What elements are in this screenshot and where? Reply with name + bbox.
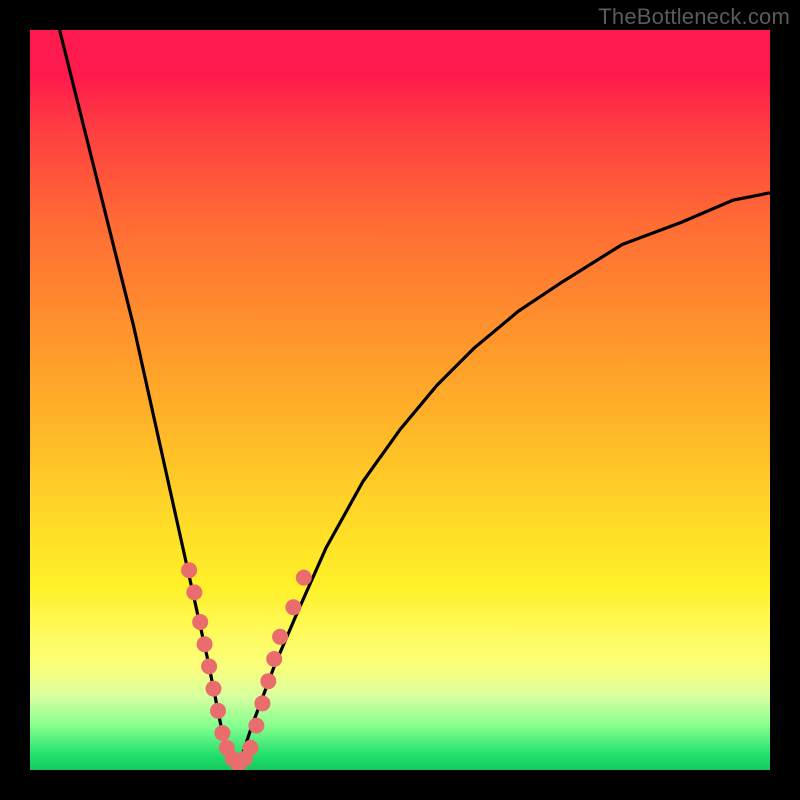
data-point xyxy=(210,703,226,719)
data-point xyxy=(243,740,259,756)
chart-svg xyxy=(30,30,770,770)
data-point xyxy=(181,562,197,578)
data-point xyxy=(260,673,276,689)
data-point xyxy=(272,629,288,645)
data-point xyxy=(296,570,312,586)
data-point xyxy=(266,651,282,667)
data-point xyxy=(254,695,270,711)
right-branch-curve xyxy=(237,193,770,770)
data-point xyxy=(214,725,230,741)
data-point xyxy=(186,584,202,600)
data-point xyxy=(201,658,217,674)
plot-area xyxy=(30,30,770,770)
data-point xyxy=(285,599,301,615)
data-point xyxy=(206,681,222,697)
watermark-text: TheBottleneck.com xyxy=(598,4,790,30)
data-point xyxy=(192,614,208,630)
data-point xyxy=(248,718,264,734)
data-point xyxy=(197,636,213,652)
